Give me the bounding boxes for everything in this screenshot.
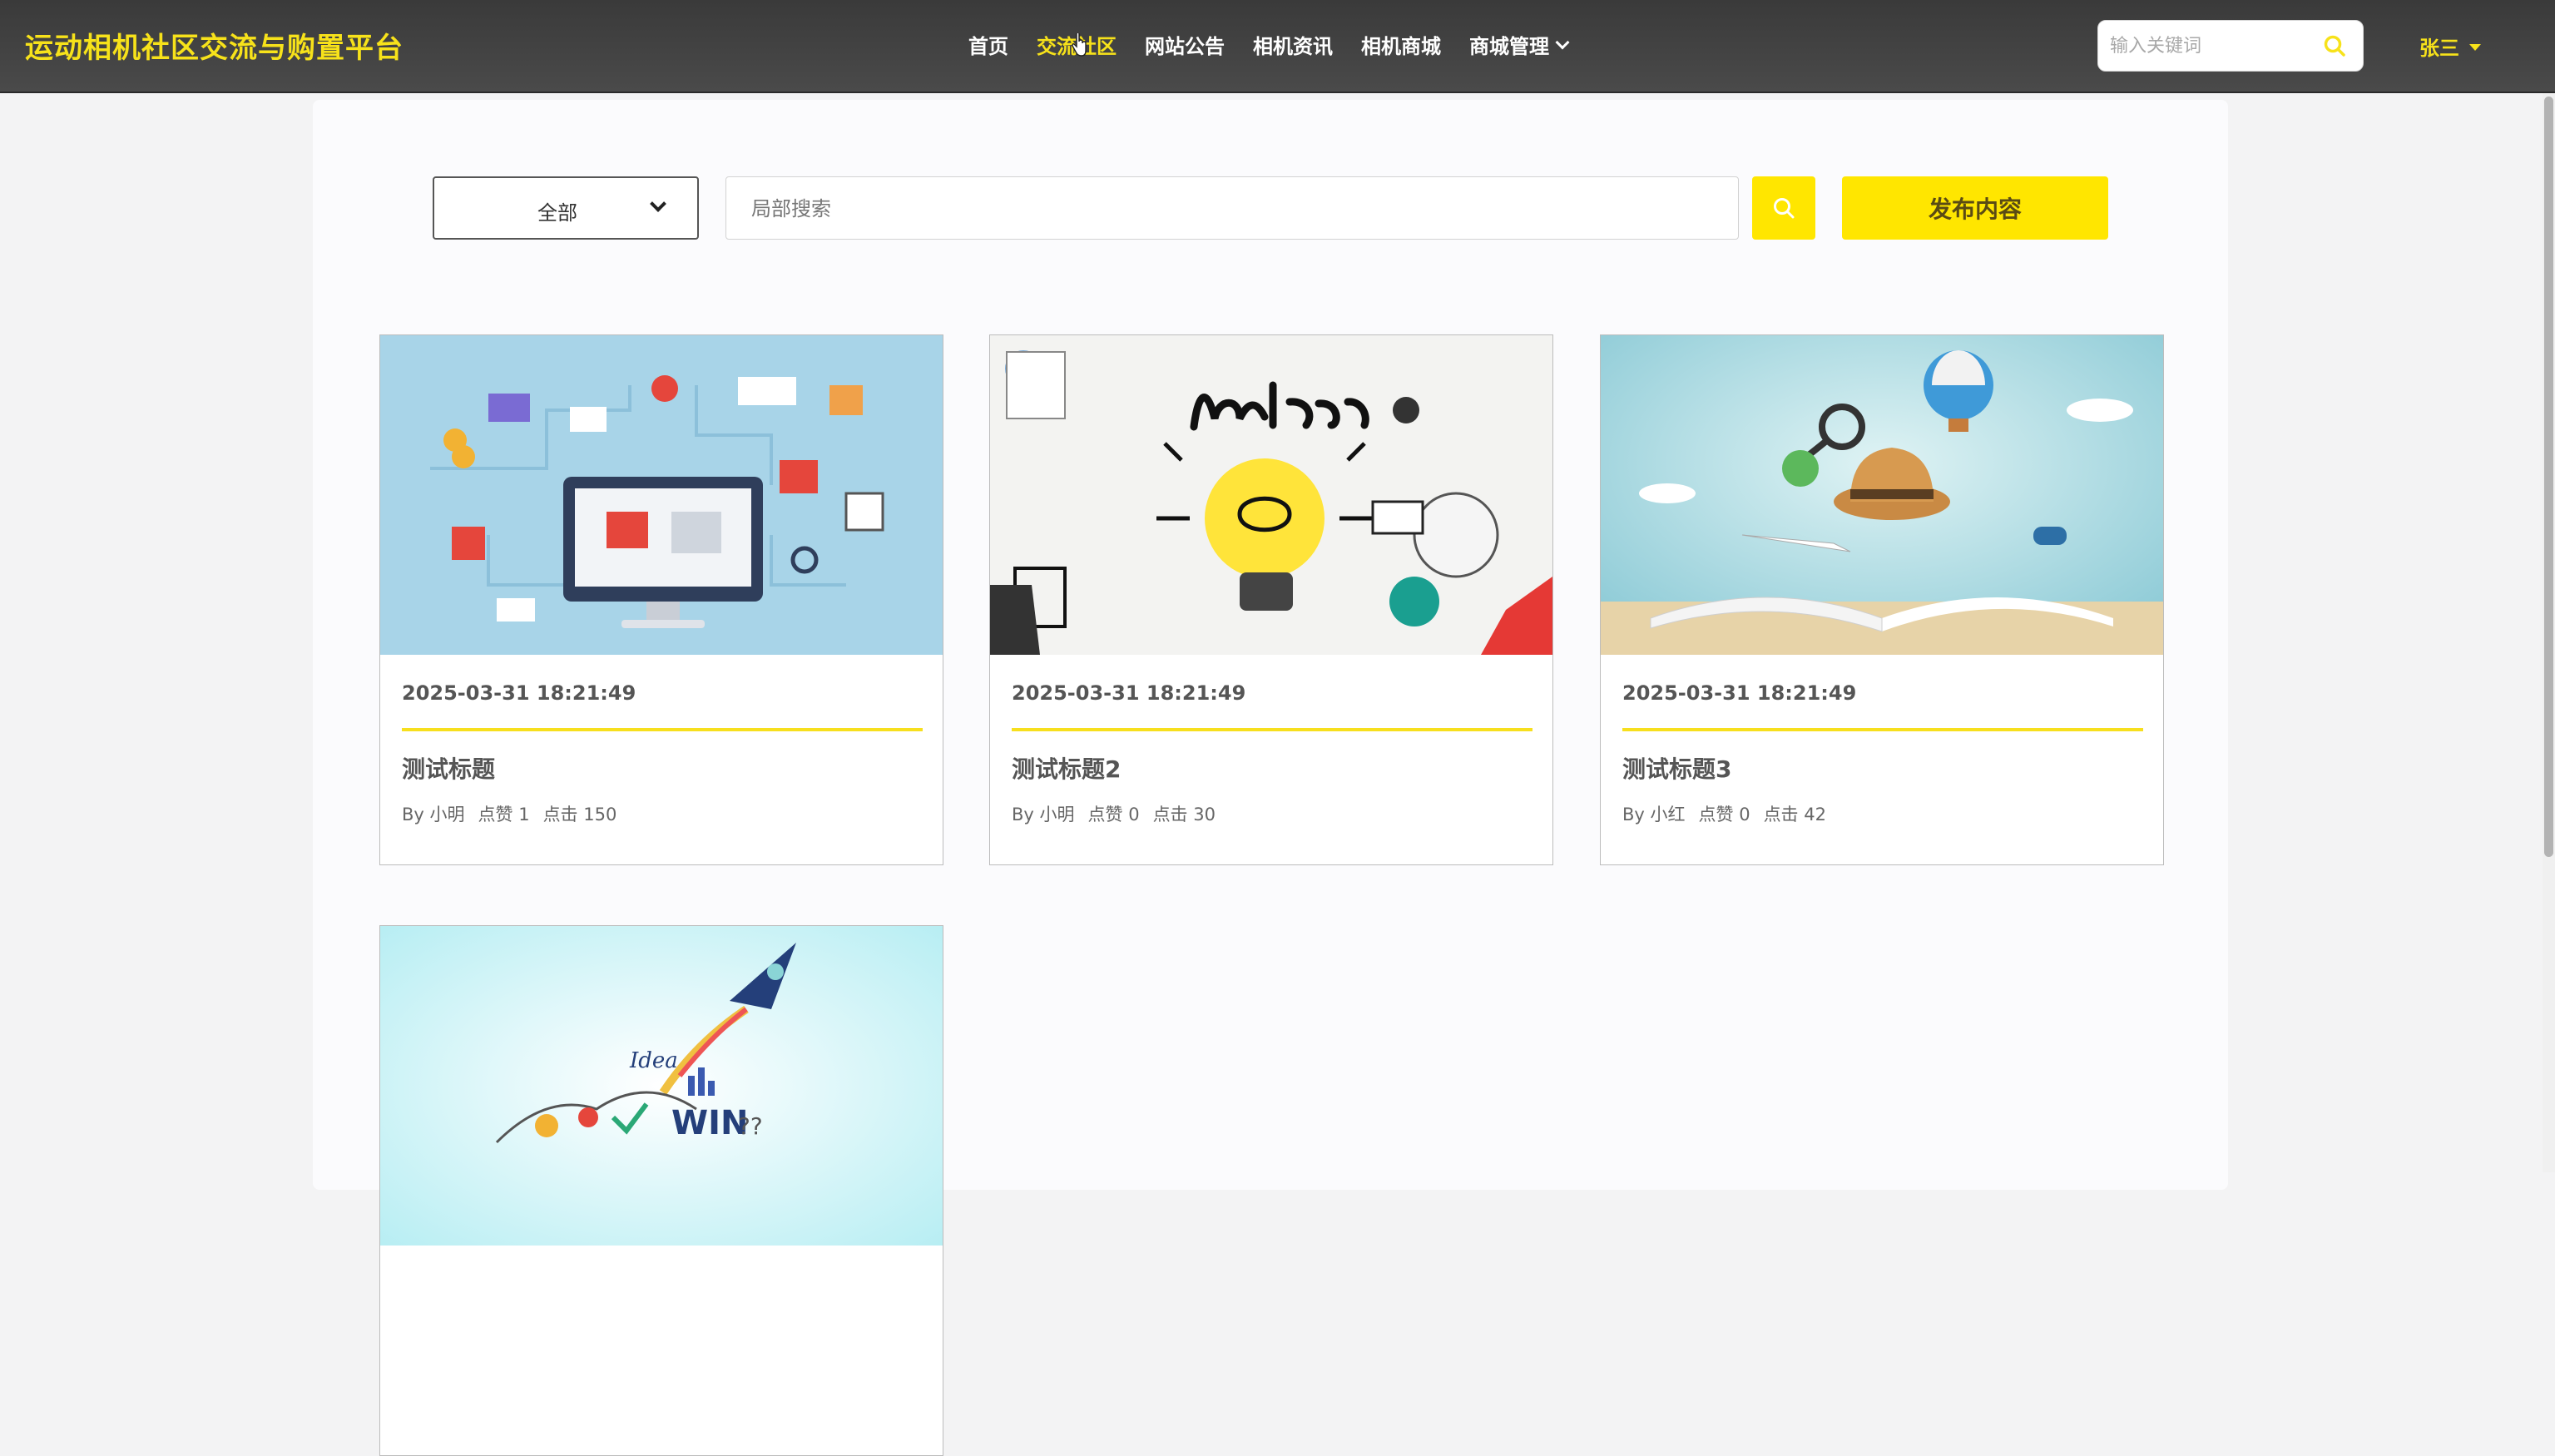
divider bbox=[1622, 728, 2143, 731]
post-card[interactable]: 2025-03-31 18:21:49 测试标题 By 小明 点赞 1 点击 1… bbox=[379, 334, 943, 865]
header-search-input[interactable] bbox=[2110, 31, 2318, 61]
post-likes: 点赞 1 bbox=[478, 805, 530, 825]
post-title[interactable]: 测试标题 bbox=[402, 751, 495, 785]
content-panel: 全部 发布内容 bbox=[313, 100, 2228, 1456]
publish-content-button[interactable]: 发布内容 bbox=[1842, 176, 2108, 240]
category-select-value: 全部 bbox=[537, 201, 577, 225]
post-views: 点击 30 bbox=[1152, 805, 1216, 825]
nav-shop-management-label: 商城管理 bbox=[1469, 35, 1549, 58]
hand-cursor-icon bbox=[1072, 33, 1087, 57]
header-search-box bbox=[2097, 20, 2364, 72]
caret-down-icon bbox=[2469, 43, 2481, 51]
main-nav: 首页 交流社区 网站公告 相机资讯 相机商城 商城管理 bbox=[968, 30, 1570, 59]
page-scrollbar-thumb[interactable] bbox=[2544, 97, 2553, 857]
username: 张三 bbox=[2419, 37, 2459, 60]
post-views: 点击 150 bbox=[542, 805, 617, 825]
nav-camera-shop[interactable]: 相机商城 bbox=[1361, 30, 1441, 59]
post-author: By 小明 bbox=[402, 805, 465, 825]
post-author: By 小红 bbox=[1622, 805, 1686, 825]
learn-lightbulb-illustration-image bbox=[990, 335, 1552, 655]
user-menu[interactable]: 张三 bbox=[2419, 32, 2481, 61]
divider bbox=[402, 728, 923, 731]
local-search-box bbox=[725, 176, 1739, 240]
ecommerce-illustration-image bbox=[380, 335, 943, 655]
post-views: 点击 42 bbox=[1763, 805, 1826, 825]
filter-toolbar: 全部 发布内容 bbox=[313, 100, 2228, 266]
post-date: 2025-03-31 18:21:49 bbox=[1622, 681, 1857, 705]
post-card[interactable]: 2025-03-31 18:21:49 测试标题2 By 小明 点赞 0 点击 … bbox=[989, 334, 1553, 865]
category-select[interactable]: 全部 bbox=[433, 176, 699, 240]
top-navbar: 运动相机社区交流与购置平台 首页 交流社区 网站公告 相机资讯 相机商城 商城管… bbox=[0, 0, 2555, 93]
site-title[interactable]: 运动相机社区交流与购置平台 bbox=[25, 25, 404, 66]
post-card[interactable]: 2025-03-31 18:21:49 测试标题3 By 小红 点赞 0 点击 … bbox=[1600, 334, 2164, 865]
post-likes: 点赞 0 bbox=[1087, 805, 1140, 825]
post-title[interactable]: 测试标题2 bbox=[1012, 751, 1121, 785]
post-date: 2025-03-31 18:21:49 bbox=[1012, 681, 1246, 705]
svg-text:Idea: Idea bbox=[629, 1048, 678, 1073]
post-meta: By 小明 点赞 0 点击 30 bbox=[1012, 801, 1216, 826]
post-meta: By 小红 点赞 0 点击 42 bbox=[1622, 801, 1826, 826]
nav-camera-news[interactable]: 相机资讯 bbox=[1253, 30, 1333, 59]
post-title[interactable]: 测试标题3 bbox=[1622, 751, 1731, 785]
post-author: By 小明 bbox=[1012, 805, 1075, 825]
svg-text:??: ?? bbox=[738, 1112, 763, 1140]
post-card[interactable]: WIN Idea ?? bbox=[379, 925, 943, 1456]
nav-shop-management[interactable]: 商城管理 bbox=[1469, 30, 1570, 59]
nav-announcements[interactable]: 网站公告 bbox=[1145, 30, 1225, 59]
search-icon bbox=[1774, 198, 1795, 219]
search-icon[interactable] bbox=[2323, 34, 2346, 57]
post-date: 2025-03-31 18:21:49 bbox=[402, 681, 636, 705]
rocket-idea-illustration-image: WIN Idea ?? bbox=[380, 926, 943, 1246]
chevron-down-icon bbox=[650, 196, 666, 212]
local-search-input[interactable] bbox=[751, 194, 1716, 224]
nav-home[interactable]: 首页 bbox=[968, 30, 1008, 59]
chevron-down-icon bbox=[1555, 35, 1570, 49]
divider bbox=[1012, 728, 1533, 731]
open-book-travel-illustration-image bbox=[1601, 335, 2163, 655]
svg-text:WIN: WIN bbox=[671, 1104, 748, 1142]
post-meta: By 小明 点赞 1 点击 150 bbox=[402, 801, 616, 826]
search-button[interactable] bbox=[1752, 176, 1815, 240]
post-likes: 点赞 0 bbox=[1698, 805, 1750, 825]
